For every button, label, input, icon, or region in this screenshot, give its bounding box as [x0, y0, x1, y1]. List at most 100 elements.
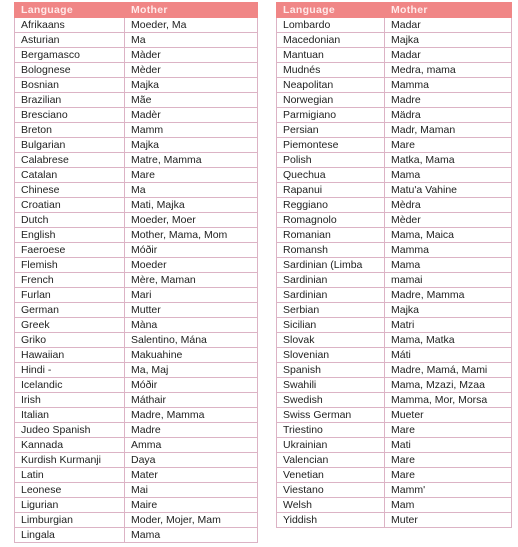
mother-word-cell: Madr, Maman [384, 122, 512, 138]
language-cell: Mantuan [276, 47, 385, 63]
table-row: Romagnolo Mèder [276, 212, 512, 228]
mother-word-cell: Mare [384, 467, 512, 483]
mother-word-cell: Mama, Matka [384, 332, 512, 348]
table-row: Sardinian mamai [276, 272, 512, 288]
mother-word-cell: Móðir [124, 242, 258, 258]
mother-word-cell: Maire [124, 497, 258, 513]
table-row: Afrikaans Moeder, Ma [14, 17, 258, 33]
mother-word-cell: Madre [124, 422, 258, 438]
table-row: Chinese Ma [14, 182, 258, 198]
language-cell: Persian [276, 122, 385, 138]
language-cell: Reggiano [276, 197, 385, 213]
table-row: Icelandic Móðir [14, 377, 258, 393]
table-row: Hindi - Ma, Maj [14, 362, 258, 378]
language-cell: Faeroese [14, 242, 125, 258]
language-cell: Bulgarian [14, 137, 125, 153]
table-row: Italian Madre, Mamma [14, 407, 258, 423]
table-row: Flemish Moeder [14, 257, 258, 273]
mother-word-cell: Mamma [384, 242, 512, 258]
language-cell: Quechua [276, 167, 385, 183]
language-cell: Sardinian [276, 287, 385, 303]
table-row: Neapolitan Mamma [276, 77, 512, 93]
mother-word-cell: Mare [384, 452, 512, 468]
table-row: Judeo Spanish Madre [14, 422, 258, 438]
language-cell: German [14, 302, 125, 318]
table-row: Romansh Mamma [276, 242, 512, 258]
mother-word-cell: Màder [124, 47, 258, 63]
table-row: Yiddish Muter [276, 512, 512, 528]
mother-word-cell: Madre, Mamá, Mami [384, 362, 512, 378]
mother-word-cell: Moeder, Moer [124, 212, 258, 228]
table-row: Slovenian Máti [276, 347, 512, 363]
table-row: Leonese Mai [14, 482, 258, 498]
mother-word-cell: Mamm [124, 122, 258, 138]
language-cell: Irish [14, 392, 125, 408]
mother-word-cell: Salentino, Mána [124, 332, 258, 348]
language-cell: Flemish [14, 257, 125, 273]
table-row: Irish Máthair [14, 392, 258, 408]
language-cell: Judeo Spanish [14, 422, 125, 438]
table-row: Catalan Mare [14, 167, 258, 183]
language-cell: Valencian [276, 452, 385, 468]
mother-word-cell: Ma [124, 182, 258, 198]
language-cell: Chinese [14, 182, 125, 198]
table-row: Mantuan Madar [276, 47, 512, 63]
table-row: Griko Salentino, Mána [14, 332, 258, 348]
language-cell: Ligurian [14, 497, 125, 513]
table-row: German Mutter [14, 302, 258, 318]
table-row: Bosnian Majka [14, 77, 258, 93]
table-row: Swedish Mamma, Mor, Morsa [276, 392, 512, 408]
language-cell: English [14, 227, 125, 243]
language-cell: Polish [276, 152, 385, 168]
mother-word-cell: Matu'a Vahine [384, 182, 512, 198]
mother-word-cell: Madre, Mamma [384, 287, 512, 303]
mother-word-cell: Mater [124, 467, 258, 483]
table-row: Bulgarian Majka [14, 137, 258, 153]
mother-word-cell: Mare [384, 422, 512, 438]
language-cell: Macedonian [276, 32, 385, 48]
table-row: Norwegian Madre [276, 92, 512, 108]
header-language: Language [276, 2, 385, 18]
mother-word-cell: Móðir [124, 377, 258, 393]
mother-word-cell: Mare [384, 137, 512, 153]
table-row: Furlan Mari [14, 287, 258, 303]
mother-word-cell: Mamma, Mor, Morsa [384, 392, 512, 408]
language-cell: Brazilian [14, 92, 125, 108]
table-row: Sardinian (Limba Mama [276, 257, 512, 273]
table-row: Asturian Ma [14, 32, 258, 48]
language-cell: Kurdish Kurmanji [14, 452, 125, 468]
mother-word-cell: Mam [384, 497, 512, 513]
mother-word-cell: Makuahine [124, 347, 258, 363]
table-row: Lombardo Madar [276, 17, 512, 33]
table-row: English Mother, Mama, Mom [14, 227, 258, 243]
language-cell: Swiss German [276, 407, 385, 423]
table-row: Greek Màna [14, 317, 258, 333]
language-cell: Serbian [276, 302, 385, 318]
mother-word-cell: Mother, Mama, Mom [124, 227, 258, 243]
mother-word-cell: Madèr [124, 107, 258, 123]
table-row: Quechua Mama [276, 167, 512, 183]
language-cell: Romagnolo [276, 212, 385, 228]
language-cell: Catalan [14, 167, 125, 183]
language-cell: Spanish [276, 362, 385, 378]
table-row: Croatian Mati, Majka [14, 197, 258, 213]
table-row: Bergamasco Màder [14, 47, 258, 63]
language-cell: Kannada [14, 437, 125, 453]
table-row: Dutch Moeder, Moer [14, 212, 258, 228]
mother-word-cell: Medra, mama [384, 62, 512, 78]
table-row: Spanish Madre, Mamá, Mami [276, 362, 512, 378]
language-cell: Italian [14, 407, 125, 423]
language-cell: Ukrainian [276, 437, 385, 453]
mother-word-cell: Matre, Mamma [124, 152, 258, 168]
language-cell: Romanian [276, 227, 385, 243]
language-cell: Greek [14, 317, 125, 333]
table-row: Kannada Amma [14, 437, 258, 453]
table-row: Hawaiian Makuahine [14, 347, 258, 363]
table-row: Sardinian Madre, Mamma [276, 287, 512, 303]
mother-word-cell: Mama, Mzazi, Mzaa [384, 377, 512, 393]
table-row: Rapanui Matu'a Vahine [276, 182, 512, 198]
mother-word-cell: Mutter [124, 302, 258, 318]
language-cell: Welsh [276, 497, 385, 513]
mother-word-cell: Mueter [384, 407, 512, 423]
language-cell: Breton [14, 122, 125, 138]
